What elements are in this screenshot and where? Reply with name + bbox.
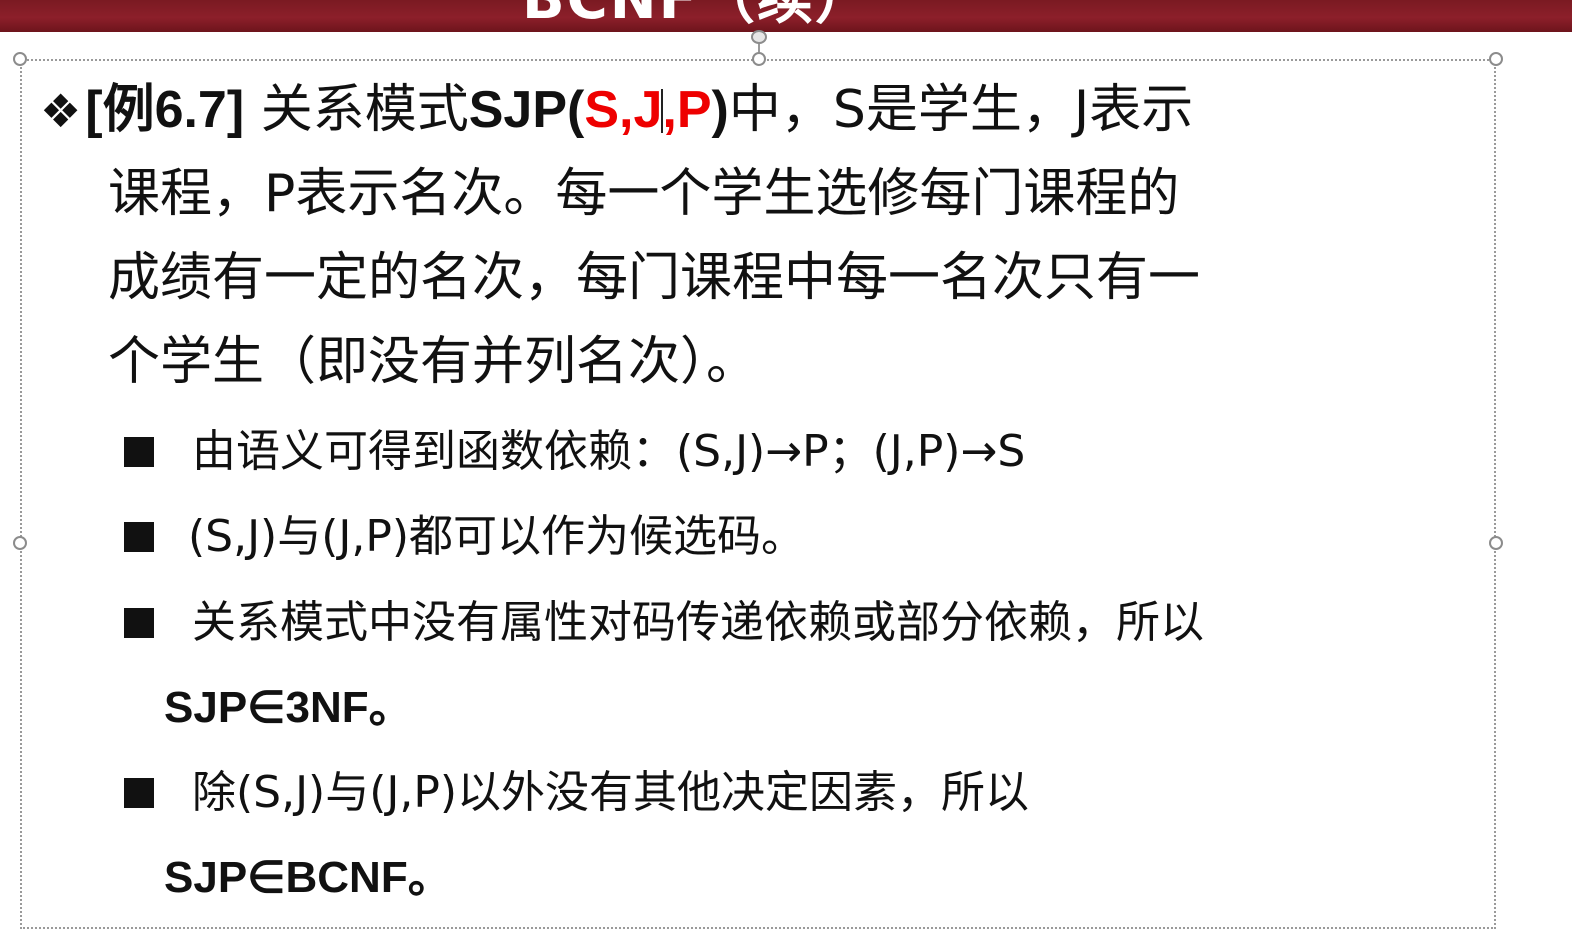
slide-title-bar: BCNF（续） (0, 0, 1572, 32)
diamond-bullet-icon: ❖ (40, 84, 82, 138)
example-line-2: 课程，P表示名次。每一个学生选修每门课程的 (108, 164, 1180, 224)
comma-1: , (619, 81, 634, 139)
paren-open: ( (567, 81, 585, 139)
rotation-handle[interactable] (751, 30, 767, 44)
example-line-1-rest: 中，S是学生，J表示 (728, 80, 1194, 140)
point-3-conclusion: SJP∈3NF。 (164, 683, 413, 732)
example-line-3: 成绩有一定的名次，每门课程中每一名次只有一 (108, 248, 1201, 308)
example-tag: [例6.7] (85, 81, 245, 139)
paren-close: ) (711, 81, 729, 139)
square-bullet-icon (124, 437, 154, 467)
attr-p: P (676, 81, 712, 139)
point-1-text: 由语义可得到函数依赖：(S,J)→P；(J,P)→S (192, 426, 1026, 477)
point-2-text: (S,J)与(J,P)都可以作为候选码。 (188, 511, 806, 562)
resize-handle-top-right[interactable] (1489, 52, 1503, 66)
slide-title: BCNF（续） (522, 0, 873, 30)
attr-s: S (584, 81, 620, 139)
resize-handle-middle-left[interactable] (13, 536, 27, 550)
square-bullet-icon (124, 522, 154, 552)
example-line-4: 个学生（即没有并列名次）。 (108, 332, 759, 392)
point-4-conclusion: SJP∈BCNF。 (164, 853, 452, 902)
resize-handle-top-left[interactable] (13, 52, 27, 66)
attr-j: J (633, 81, 663, 139)
example-line-1: ❖[例6.7] 关系模式SJP(S,J,P)中，S是学生，J表示 (40, 78, 1193, 143)
square-bullet-icon (124, 778, 154, 808)
comma-2: , (662, 81, 677, 139)
square-bullet-icon (124, 608, 154, 638)
resize-handle-middle-right[interactable] (1489, 536, 1503, 550)
point-3-text: 关系模式中没有属性对码传递依赖或部分依赖，所以 (192, 597, 1204, 648)
resize-handle-top-center[interactable] (752, 52, 766, 66)
relation-name: SJP (468, 81, 568, 139)
point-4-text: 除(S,J)与(J,P)以外没有其他决定因素，所以 (192, 767, 1030, 818)
example-intro: 关系模式 (260, 80, 469, 140)
